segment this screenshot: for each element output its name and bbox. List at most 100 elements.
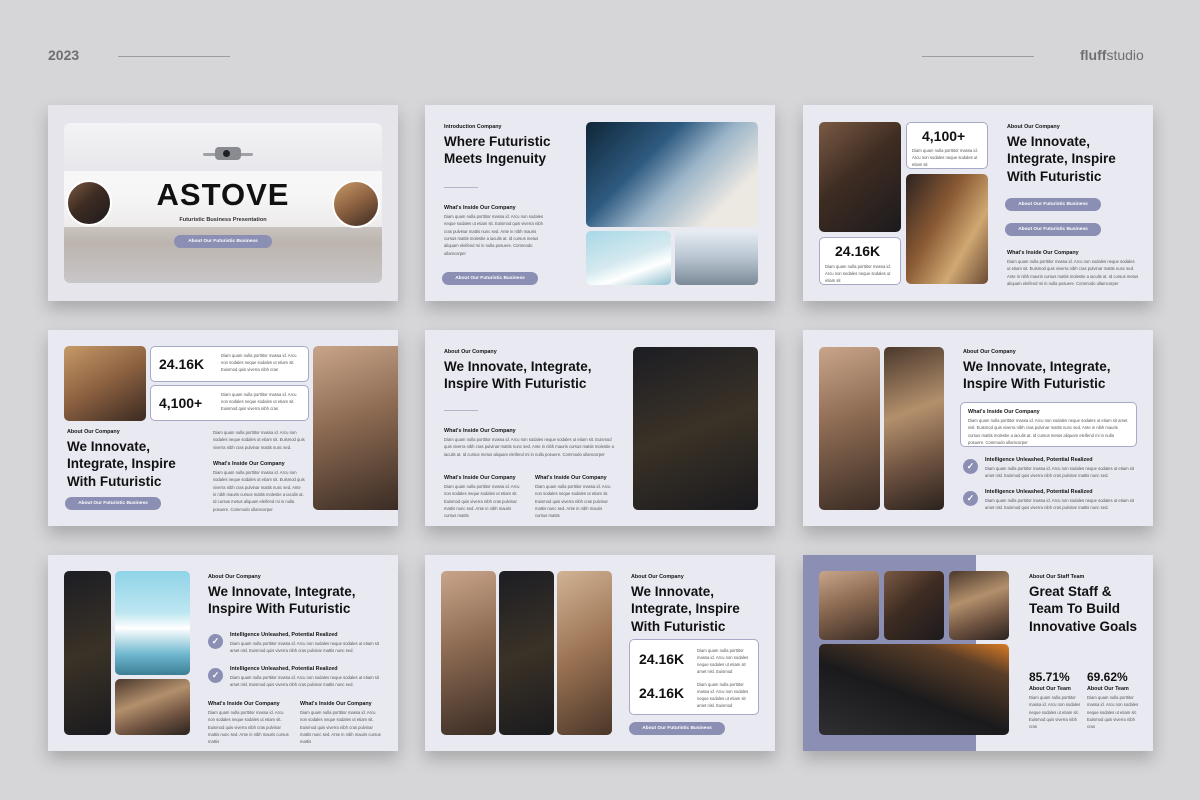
about-eyebrow: About Our Company: [1007, 124, 1060, 130]
slide9-percent-1: 85.71%: [1029, 670, 1070, 684]
slide6-check-icon-2: ✓: [963, 491, 978, 506]
slide8-stat-1-note: Diam quam nulla porttitor massa id. Arcu…: [697, 648, 749, 675]
slide7-check-icon-1: ✓: [208, 634, 223, 649]
slide6-check-icon-1: ✓: [963, 459, 978, 474]
slide-stats-left[interactable]: 24.16K Diam quam nulla porttitor massa i…: [48, 330, 398, 526]
about-title: We Innovate, Integrate, Inspire With Fut…: [1007, 134, 1116, 184]
header-divider-left: [118, 56, 230, 57]
slide6-eyebrow: About Our Company: [963, 349, 1016, 355]
slide8-photo-laptop: [499, 571, 554, 735]
slide6-photo-team: [884, 347, 944, 510]
slide7-item1-label: Intelligence Unleashed, Potential Realiz…: [230, 632, 338, 638]
brand-bold: fluff: [1080, 47, 1107, 63]
slide7-col2-body: Diam quam nulla porttitor massa id. Arcu…: [300, 710, 381, 745]
slide-photo-stats[interactable]: About Our Company We Innovate, Integrate…: [425, 555, 775, 751]
slide6-item1-body: Diam quam nulla porttitor massa id. Arcu…: [985, 466, 1134, 479]
slide-checklist[interactable]: About Our Company We Innovate, Integrate…: [803, 330, 1153, 526]
about-photo-wood-table: [906, 174, 988, 284]
slide4-intro: Diam quam nulla porttitor massa id. Arcu…: [213, 430, 305, 450]
slide7-photo-laptop: [64, 571, 111, 735]
slide6-box-body: Diam quam nulla porttitor massa id. Arcu…: [968, 418, 1128, 446]
slide9-photo-staff-2: [884, 571, 944, 640]
slide4-stat-card-1-note: Diam quam nulla porttitor massa id. Arcu…: [221, 353, 297, 373]
slide-cover[interactable]: ASTOVE Futuristic Business Presentation …: [48, 105, 398, 301]
slide9-percent-2-body: Diam quam nulla porttitor massa id. Arcu…: [1087, 695, 1139, 730]
slide4-stat-card-2-number: 4,100+: [159, 395, 203, 411]
slide7-eyebrow: About Our Company: [208, 574, 261, 580]
intro-photo-building: [675, 231, 758, 285]
slide4-about-button[interactable]: About Our Futuristic Business: [65, 497, 161, 510]
stat-card-1-note: Diam quam nulla porttitor massa id. Arcu…: [912, 148, 978, 168]
about-section-label: What's Inside Our Company: [1007, 250, 1079, 256]
year-label: 2023: [48, 47, 80, 63]
slide7-title: We Innovate, Integrate, Inspire With Fut…: [208, 584, 356, 617]
slide5-title: We Innovate, Integrate, Inspire With Fut…: [444, 359, 592, 392]
slide7-col1-body: Diam quam nulla porttitor massa id. Arcu…: [208, 710, 289, 745]
intro-about-button[interactable]: About Our Futuristic Business: [442, 272, 538, 285]
slide9-photo-staff-1: [819, 571, 879, 640]
slide5-photo-man-laptop: [633, 347, 758, 510]
slide7-photo-architecture: [115, 571, 190, 675]
slide6-item2-body: Diam quam nulla porttitor massa id. Arcu…: [985, 498, 1134, 511]
intro-eyebrow: Introduction Company: [444, 124, 502, 130]
slide-introduction[interactable]: Introduction Company Where Futuristic Me…: [425, 105, 775, 301]
brand-logo: fluffstudio: [1080, 47, 1144, 63]
cover-subtitle: Futuristic Business Presentation: [179, 217, 267, 223]
slide6-box-label: What's Inside Our Company: [968, 409, 1040, 415]
cover-title: ASTOVE: [156, 177, 290, 212]
intro-body: Diam quam nulla porttitor massa id. Arcu…: [444, 214, 544, 256]
slide-checklist-columns[interactable]: About Our Company We Innovate, Integrate…: [48, 555, 398, 751]
slide9-eyebrow: About Our Staff Team: [1029, 574, 1085, 580]
slide5-divider: [444, 410, 478, 411]
slide4-photo-laptop-table: [64, 346, 146, 421]
intro-photo-architecture: [586, 231, 671, 285]
slide6-item1-label: Intelligence Unleashed, Potential Realiz…: [985, 457, 1093, 463]
slide7-col2-label: What's Inside Our Company: [300, 701, 372, 707]
slide7-item2-body: Diam quam nulla porttitor massa id. Arcu…: [230, 675, 379, 688]
slide8-photo-phone: [557, 571, 612, 735]
slide4-stat-card-1-number: 24.16K: [159, 356, 205, 372]
slide9-title: Great Staff & Team To Build Innovative G…: [1029, 584, 1138, 634]
slide5-body: Diam quam nulla porttitor massa id. Arcu…: [444, 437, 614, 457]
stat-card-2-note: Diam quam nulla porttitor massa id. Arcu…: [825, 264, 891, 284]
slide4-section-label: What's Inside Our Company: [213, 461, 285, 467]
drone-icon: [198, 145, 258, 165]
about-button-1[interactable]: About Our Futuristic Business: [1005, 198, 1101, 211]
slide8-about-button[interactable]: About Our Futuristic Business: [629, 722, 725, 735]
intro-section-label: What's Inside Our Company: [444, 205, 516, 211]
slide9-percent-1-body: Diam quam nulla porttitor massa id. Arcu…: [1029, 695, 1081, 730]
slide4-photo-woman-laptop: [313, 346, 398, 510]
intro-title: Where Futuristic Meets Ingenuity: [444, 134, 551, 167]
slide8-stat-1-number: 24.16K: [639, 651, 685, 667]
slide4-stat-card-2-note: Diam quam nulla porttitor massa id. Arcu…: [221, 392, 297, 412]
slide7-item1-body: Diam quam nulla porttitor massa id. Arcu…: [230, 641, 379, 654]
slide4-eyebrow: About Our Company: [67, 429, 120, 435]
slide7-check-icon-2: ✓: [208, 668, 223, 683]
slide9-photo-workspace: [819, 644, 1009, 735]
slide-about-stats[interactable]: 4,100+ Diam quam nulla porttitor massa i…: [803, 105, 1153, 301]
slide5-col2-label: What's Inside Our Company: [535, 475, 607, 481]
slide9-percent-2: 69.62%: [1087, 670, 1128, 684]
cover-about-button[interactable]: About Our Futuristic Business: [174, 235, 272, 248]
slide8-photo-woman: [441, 571, 496, 735]
slide6-photo-woman: [819, 347, 880, 510]
stat-card-2-number: 24.16K: [835, 243, 881, 259]
slide7-photo-meeting: [115, 679, 190, 735]
slide9-photo-staff-3: [949, 571, 1009, 640]
slide5-col2-body: Diam quam nulla porttitor massa id. Arcu…: [535, 484, 611, 519]
slide9-percent-2-label: About Our Team: [1087, 686, 1129, 692]
about-button-2[interactable]: About Our Futuristic Business: [1005, 223, 1101, 236]
slide5-section-label: What's Inside Our Company: [444, 428, 516, 434]
slide-staff-team[interactable]: About Our Staff Team Great Staff & Team …: [803, 555, 1153, 751]
slide4-body: Diam quam nulla porttitor massa id. Arcu…: [213, 470, 305, 512]
slide8-stat-2-number: 24.16K: [639, 685, 685, 701]
slide-company-photo[interactable]: About Our Company We Innovate, Integrate…: [425, 330, 775, 526]
intro-photo-desk: [586, 122, 758, 227]
stat-card-1-number: 4,100+: [922, 128, 966, 144]
about-photo-man-laptop: [819, 122, 901, 232]
slide7-item2-label: Intelligence Unleashed, Potential Realiz…: [230, 666, 338, 672]
header-divider-right: [922, 56, 1034, 57]
slide6-item2-label: Intelligence Unleashed, Potential Realiz…: [985, 489, 1093, 495]
slide5-col1-label: What's Inside Our Company: [444, 475, 516, 481]
brand-light: studio: [1106, 47, 1144, 63]
